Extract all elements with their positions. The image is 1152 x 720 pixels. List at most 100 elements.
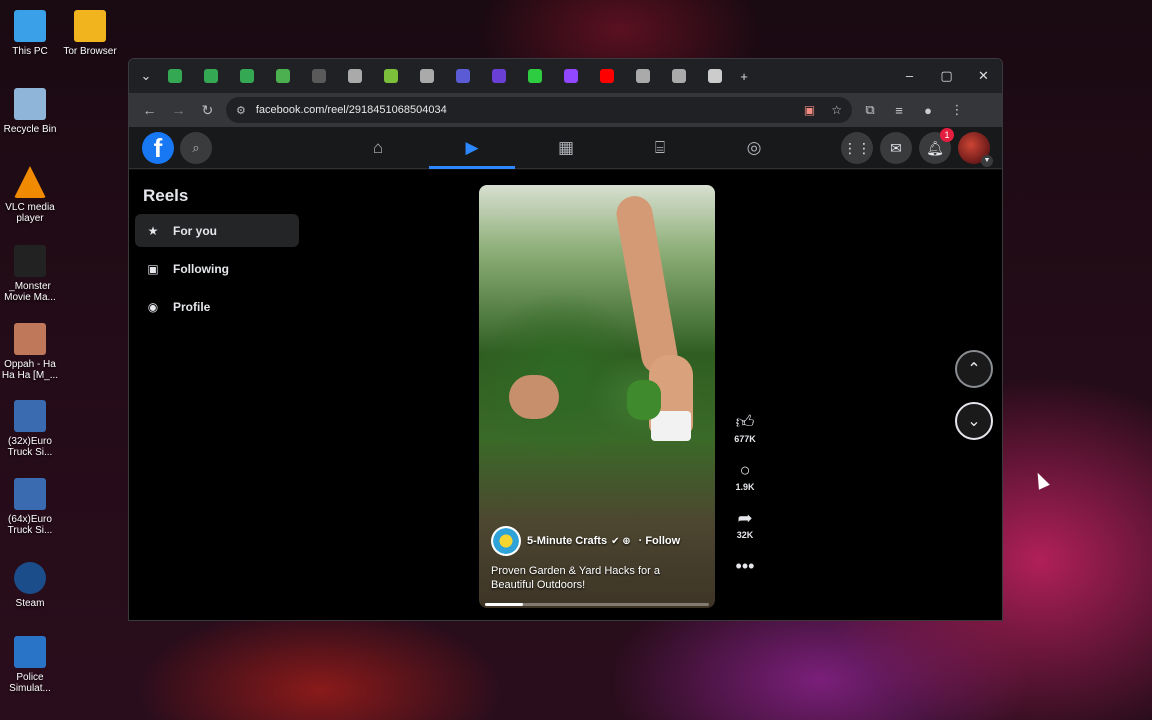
sidebar-item-profile[interactable]: ◉ Profile xyxy=(135,290,299,323)
comment-action[interactable]: ○ 1.9K xyxy=(729,458,761,492)
desktop-icon-label: VLC media player xyxy=(5,202,55,224)
groups-icon: ◎ xyxy=(746,138,762,157)
desktop-icon-monster-movie[interactable]: _Monster Movie Ma... xyxy=(0,245,60,303)
feeds-tab[interactable]: ▦ xyxy=(519,127,613,169)
desktop-icon-label: Police Simulat... xyxy=(9,672,51,694)
new-tab-button[interactable]: + xyxy=(733,69,755,84)
desktop-icons: This PC Tor Browser Recycle Bin VLC medi… xyxy=(0,0,128,720)
search-icon[interactable]: ⌕ xyxy=(180,131,212,164)
tab-search-chevron-icon[interactable]: ⌄ xyxy=(135,68,157,84)
facebook-right-controls: ⋮⋮ ✉ 🔔︎ 1 ▼ xyxy=(841,128,993,167)
browser-tab-7[interactable] xyxy=(420,69,434,83)
home-icon: ⌂ xyxy=(372,138,384,157)
euro-truck-icon xyxy=(14,400,46,432)
media-controls-icon[interactable]: ≡ xyxy=(888,103,910,118)
profile-icon[interactable]: ● xyxy=(910,103,946,118)
star-icon: ★ xyxy=(147,223,159,238)
sidebar-item-for-you[interactable]: ★ For you xyxy=(135,214,299,247)
reel-meta: 5-Minute Crafts ✔ ⊕ · Follow Proven Gard… xyxy=(491,526,705,592)
bookmark-star-icon[interactable]: ☆ xyxy=(831,103,842,117)
following-icon: ▣ xyxy=(147,261,159,276)
desktop-icon-label: Oppah - Ha Ha Ha [M_... xyxy=(1,359,59,381)
browser-tab-11[interactable] xyxy=(564,69,578,83)
minimize-button[interactable]: – xyxy=(891,68,928,84)
browser-tab-14[interactable] xyxy=(672,69,686,83)
grid-icon: ⋮⋮ xyxy=(843,139,871,156)
facebook-top-nav: f ⌕ ⌂ ▶ ▦ ⌸ ◎ ⋮⋮ ✉ 🔔︎ 1 ▼ xyxy=(129,127,1002,169)
desktop-icon-label: Tor Browser xyxy=(63,46,117,57)
desktop-icon-steam[interactable]: Steam xyxy=(0,562,60,609)
browser-tab-6[interactable] xyxy=(384,69,398,83)
facebook-logo[interactable]: f xyxy=(142,131,174,164)
comment-icon: ○ xyxy=(739,460,751,480)
browser-tab-5[interactable] xyxy=(348,69,362,83)
browser-tab-8[interactable] xyxy=(456,69,470,83)
verified-badge-icon: ✔ ⊕ xyxy=(611,535,631,547)
browser-tab-0[interactable] xyxy=(168,69,182,83)
marketplace-tab[interactable]: ⌸ xyxy=(613,127,707,169)
address-bar[interactable]: ⚙ facebook.com/reel/2918451068504034 ▣ ☆ xyxy=(226,97,852,123)
desktop-icon-vlc[interactable]: VLC media player xyxy=(0,166,60,224)
euro-truck-icon xyxy=(14,478,46,510)
author-avatar[interactable] xyxy=(491,526,521,556)
bell-icon: 🔔︎ xyxy=(926,139,944,156)
home-tab[interactable]: ⌂ xyxy=(331,127,425,169)
browser-tab-2[interactable] xyxy=(240,69,254,83)
close-window-button[interactable]: ✕ xyxy=(965,68,1002,84)
previous-reel-button[interactable]: ⌃ xyxy=(955,350,993,388)
reel-progress-bar[interactable] xyxy=(485,603,709,606)
browser-tab-13[interactable] xyxy=(636,69,650,83)
desktop-icon-euro-truck-64[interactable]: (64x)Euro Truck Si... xyxy=(0,478,60,536)
desktop-icon-euro-truck-32[interactable]: (32x)Euro Truck Si... xyxy=(0,400,60,458)
browser-tab-12[interactable] xyxy=(600,69,614,83)
groups-tab[interactable]: ◎ xyxy=(707,127,801,169)
url-text[interactable]: facebook.com/reel/2918451068504034 xyxy=(256,104,447,116)
share-icon: ➦ xyxy=(737,508,753,528)
chevron-down-icon: ⌄ xyxy=(967,413,981,430)
desktop-icon-this-pc[interactable]: This PC xyxy=(0,10,60,57)
messenger-button[interactable]: ✉ xyxy=(880,132,912,164)
tab-strip xyxy=(157,69,733,83)
desktop-icon-recycle-bin[interactable]: Recycle Bin xyxy=(0,88,60,135)
browser-tab-10[interactable] xyxy=(528,69,542,83)
desktop-icon-oppah[interactable]: Oppah - Ha Ha Ha [M_... xyxy=(0,323,60,381)
more-action[interactable]: ••• xyxy=(729,554,761,578)
like-action[interactable]: 👍︎ 677K xyxy=(729,410,761,444)
desktop-icon-tor-browser[interactable]: Tor Browser xyxy=(60,10,120,57)
window-controls: – ▢ ✕ xyxy=(891,68,1002,84)
author-name[interactable]: 5-Minute Crafts xyxy=(527,535,607,547)
menu-grid-button[interactable]: ⋮⋮ xyxy=(841,132,873,164)
account-avatar[interactable]: ▼ xyxy=(958,132,993,167)
install-app-icon[interactable]: ▣ xyxy=(804,103,815,117)
video-file-icon xyxy=(14,323,46,355)
back-button[interactable]: ← xyxy=(135,102,164,118)
browser-tab-9[interactable] xyxy=(492,69,506,83)
extensions-icon[interactable]: ⧉ xyxy=(852,102,888,118)
reload-button[interactable]: ↻ xyxy=(193,102,222,119)
browser-tab-1[interactable] xyxy=(204,69,218,83)
forward-button[interactable]: → xyxy=(164,102,193,118)
follow-button[interactable]: · Follow xyxy=(639,535,681,547)
reels-title: Reels xyxy=(143,186,189,205)
notifications-button[interactable]: 🔔︎ 1 xyxy=(919,128,954,164)
reel-caption: Proven Garden & Yard Hacks for a Beautif… xyxy=(491,565,660,591)
sidebar-item-label: Profile xyxy=(173,299,211,314)
reel-video[interactable]: 5-Minute Crafts ✔ ⊕ · Follow Proven Gard… xyxy=(479,185,715,608)
sidebar-item-label: For you xyxy=(173,223,217,238)
desktop-icon-police-sim[interactable]: Police Simulat... xyxy=(0,636,60,694)
reel-author: 5-Minute Crafts ✔ ⊕ · Follow xyxy=(491,526,705,556)
browser-tab-4[interactable] xyxy=(312,69,326,83)
next-reel-button[interactable]: ⌄ xyxy=(955,402,993,440)
browser-tab-3[interactable] xyxy=(276,69,290,83)
maximize-button[interactable]: ▢ xyxy=(928,68,965,84)
share-action[interactable]: ➦ 32K xyxy=(729,506,761,540)
reels-tab[interactable]: ▶ xyxy=(425,127,519,169)
share-count: 32K xyxy=(736,530,754,540)
sidebar-item-following[interactable]: ▣ Following xyxy=(135,252,299,285)
video-pepper xyxy=(627,380,661,420)
browser-tab-15[interactable] xyxy=(708,69,722,83)
site-info-icon[interactable]: ⚙ xyxy=(236,104,246,117)
video-arm xyxy=(613,193,681,377)
comment-count: 1.9K xyxy=(735,482,755,492)
browser-menu-icon[interactable]: ⋮ xyxy=(946,102,968,118)
